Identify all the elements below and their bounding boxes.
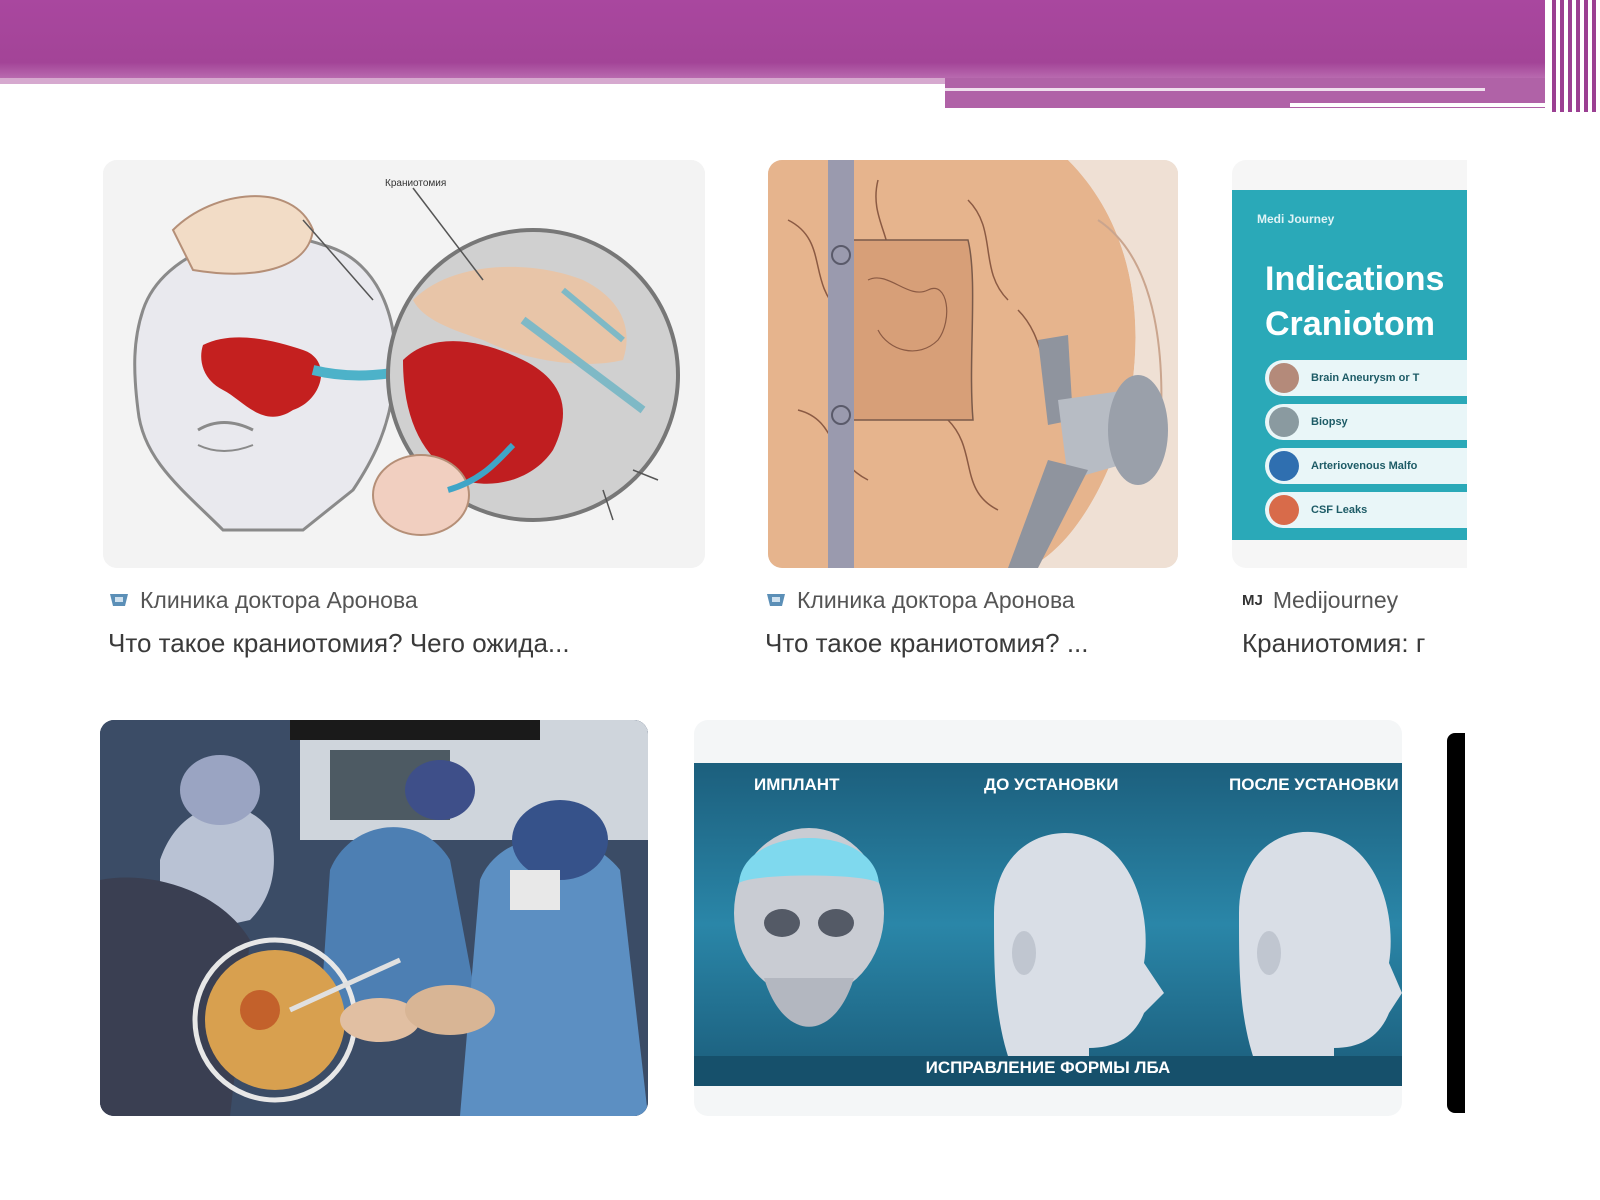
- slide-header-line: [945, 88, 1485, 91]
- infographic-item: Biopsy: [1265, 404, 1467, 440]
- implant-infographic: ИМПЛАНТ ДО УСТАНОВКИ ПОСЛЕ УСТАНОВКИ ИСП…: [694, 763, 1402, 1086]
- result-thumbnail[interactable]: [768, 160, 1178, 568]
- label-before: ДО УСТАНОВКИ: [984, 775, 1119, 794]
- label-after: ПОСЛЕ УСТАНОВКИ: [1229, 775, 1399, 794]
- slide-header-accent: [0, 78, 945, 84]
- slide-header-stripes: [1548, 0, 1600, 112]
- mj-logo-icon: MJ: [1242, 591, 1263, 609]
- result-thumbnail[interactable]: Краниотомия: [103, 160, 705, 568]
- infographic-item: CSF Leaks: [1265, 492, 1467, 528]
- clinic-icon: [110, 594, 128, 606]
- infographic-brand: Medi Journey: [1257, 212, 1335, 226]
- result-thumbnail[interactable]: Medi Journey Indications Craniotom Brain…: [1232, 160, 1467, 568]
- slide-header-bar: [0, 0, 1545, 78]
- infographic-item: Brain Aneurysm or T: [1265, 360, 1467, 396]
- image-result-clipped[interactable]: [1447, 733, 1465, 1113]
- label-caption: ИСПРАВЛЕНИЕ ФОРМЫ ЛБА: [925, 1058, 1171, 1077]
- surgery-photo: [100, 720, 648, 1116]
- source-name: Клиника доктора Аронова: [140, 586, 418, 613]
- biopsy-icon: [1269, 407, 1299, 437]
- source-name: Medijourney: [1272, 586, 1399, 613]
- head-models: [694, 828, 1402, 1086]
- clinic-icon: [767, 594, 785, 606]
- image-result-surgery-photo[interactable]: [100, 720, 648, 1116]
- craniotomy-diagram-image: Краниотомия: [103, 160, 705, 568]
- label-implant: ИМПЛАНТ: [754, 775, 840, 794]
- vessel-icon: [1269, 451, 1299, 481]
- source-name: Клиника доктора Аронова: [797, 586, 1075, 613]
- image-result-implant-infographic[interactable]: ИМПЛАНТ ДО УСТАНОВКИ ПОСЛЕ УСТАНОВКИ ИСП…: [694, 720, 1402, 1116]
- result-title[interactable]: Что такое краниотомия? ...: [765, 626, 1175, 660]
- slide-header-line-lower: [1290, 103, 1580, 107]
- result-title[interactable]: Что такое краниотомия? Чего ожида...: [108, 626, 708, 660]
- brain-icon: [1269, 363, 1299, 393]
- skull-open-illustration: [768, 160, 1178, 568]
- result-source[interactable]: Клиника доктора Аронова: [765, 585, 1175, 615]
- infographic-item: Arteriovenous Malfo: [1265, 448, 1467, 484]
- infographic-heading-2: Craniotom: [1265, 305, 1435, 343]
- result-title[interactable]: Краниотомия: г: [1242, 626, 1467, 660]
- indications-infographic: Medi Journey Indications Craniotom Brain…: [1232, 190, 1467, 540]
- diagram-label: Краниотомия: [385, 178, 446, 189]
- csf-icon: [1269, 495, 1299, 525]
- result-source[interactable]: Клиника доктора Аронова: [108, 585, 708, 615]
- infographic-heading-1: Indications: [1265, 260, 1445, 298]
- result-source[interactable]: MJ Medijourney: [1242, 585, 1467, 615]
